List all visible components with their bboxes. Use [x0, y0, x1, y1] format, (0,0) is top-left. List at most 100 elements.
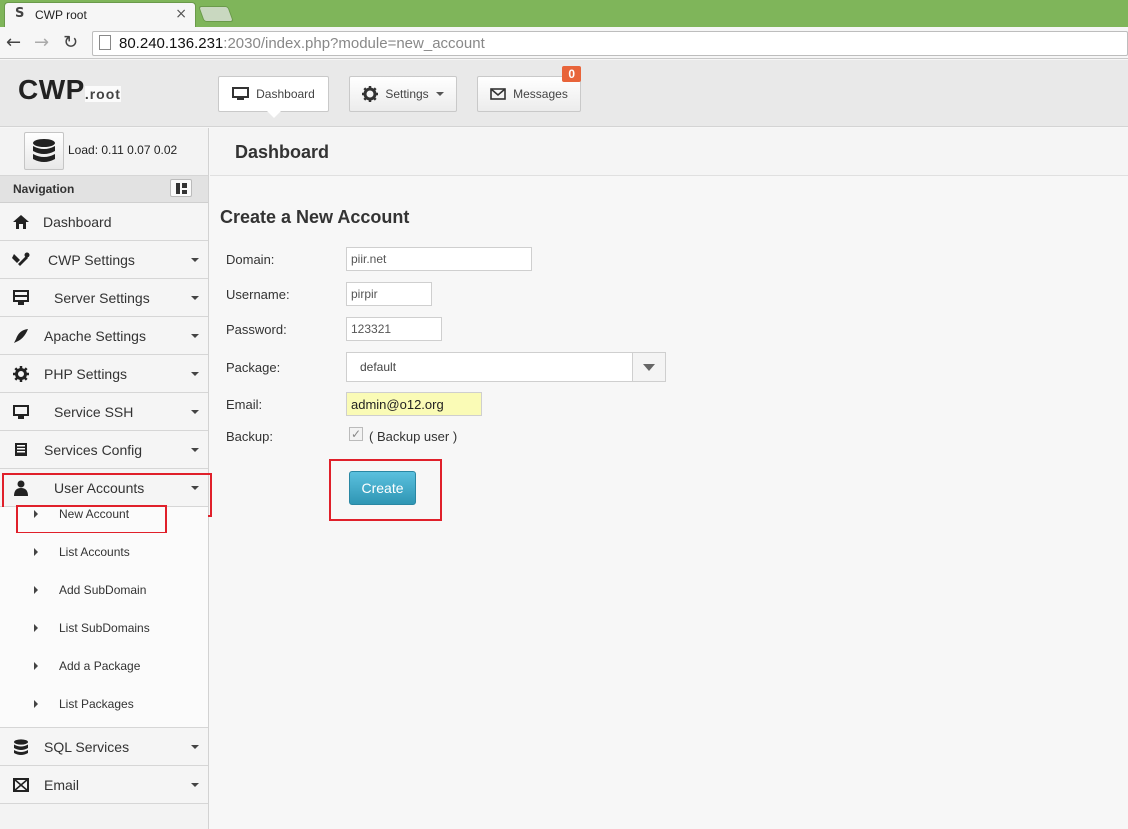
form-title: Create a New Account	[220, 207, 410, 227]
tab-favicon-icon: S	[15, 6, 25, 21]
caret-right-icon	[34, 624, 38, 632]
chevron-down-icon	[191, 258, 199, 262]
package-selected-value: default	[360, 360, 397, 374]
url-text: 80.240.136.231:2030/index.php?module=new…	[119, 35, 485, 52]
select-arrow-icon[interactable]	[632, 353, 665, 381]
submenu-label: New Account	[59, 507, 130, 521]
load-average: Load: 0.11 0.07 0.02	[68, 143, 178, 157]
sidebar-item-label: SQL Services	[44, 739, 130, 755]
sidebar-item-sql-services[interactable]: SQL Services	[0, 728, 208, 766]
back-arrow-icon[interactable]: ←	[6, 32, 21, 53]
submenu-label: Add a Package	[59, 659, 141, 673]
username-input[interactable]	[346, 282, 432, 306]
sidebar: Load: 0.11 0.07 0.02 Navigation Dashboar…	[0, 128, 212, 829]
sidebar-item-label: Services Config	[44, 442, 143, 458]
page-title: Dashboard	[235, 142, 330, 162]
package-select[interactable]: default	[346, 352, 666, 382]
sidebar-item-label: User Accounts	[54, 480, 145, 496]
address-bar[interactable]: 80.240.136.231:2030/index.php?module=new…	[92, 31, 1128, 56]
caret-right-icon	[34, 700, 38, 708]
caret-right-icon	[34, 510, 38, 518]
submenu-item-list-subdomains[interactable]: List SubDomains	[0, 609, 208, 647]
caret-down-icon	[435, 92, 444, 96]
sidebar-item-label: Server Settings	[54, 290, 150, 306]
sidebar-item-label: Dashboard	[43, 214, 112, 230]
domain-label: Domain:	[226, 252, 275, 267]
active-pointer	[266, 111, 281, 118]
sidebar-item-email[interactable]: Email	[0, 766, 208, 804]
sidebar-item-user-accounts[interactable]: User Accounts	[0, 469, 212, 517]
tools-icon	[12, 251, 30, 269]
messages-button[interactable]: Messages 0	[477, 66, 581, 112]
username-label: Username:	[226, 287, 290, 302]
navigation-title: Navigation	[13, 182, 75, 196]
url-path: :2030/index.php?module=new_account	[223, 35, 485, 52]
database-icon	[33, 139, 55, 162]
email-input[interactable]	[346, 392, 482, 416]
sidebar-toggle-button[interactable]	[170, 179, 192, 197]
user-icon	[12, 479, 30, 497]
sidebar-item-label: Email	[44, 777, 80, 793]
sidebar-item-label: CWP Settings	[48, 252, 135, 268]
sidebar-item-service-ssh[interactable]: Service SSH	[0, 393, 208, 431]
submenu-item-list-accounts[interactable]: List Accounts	[0, 533, 208, 571]
chevron-down-icon	[191, 486, 199, 490]
submenu-label: List Accounts	[59, 545, 130, 559]
browser-tabbar: S CWP root ×	[0, 0, 1128, 27]
gear-icon	[12, 365, 30, 383]
load-panel: Load: 0.11 0.07 0.02	[0, 128, 208, 176]
domain-input[interactable]	[346, 247, 532, 271]
feather-icon	[12, 327, 30, 345]
submenu-label: List Packages	[59, 697, 134, 711]
chevron-down-icon	[191, 372, 199, 376]
logo-main: CWP	[18, 74, 85, 105]
monitor-icon	[232, 87, 250, 100]
sidebar-item-php-settings[interactable]: PHP Settings	[0, 355, 208, 393]
sidebar-item-label: Apache Settings	[44, 328, 146, 344]
password-label: Password:	[226, 322, 287, 337]
reload-icon[interactable]: ↻	[63, 32, 78, 53]
sidebar-item-dashboard[interactable]: Dashboard	[0, 203, 208, 241]
backup-checkbox-label: ( Backup user )	[369, 429, 458, 444]
sidebar-item-services-config[interactable]: Services Config	[0, 431, 208, 469]
create-button[interactable]: Create	[349, 471, 416, 505]
tab-close-icon[interactable]: ×	[175, 6, 187, 22]
new-tab-button[interactable]	[198, 6, 234, 22]
caret-right-icon	[34, 548, 38, 556]
app-header: CWP.root Dashboard Settings Messages 0	[0, 60, 1128, 127]
logo-sub: .root	[84, 86, 121, 102]
package-label: Package:	[226, 360, 281, 375]
dashboard-button[interactable]: Dashboard	[218, 76, 329, 118]
monitor-icon	[12, 403, 30, 421]
backup-checkbox[interactable]: ✓	[349, 427, 363, 441]
browser-tab[interactable]: S CWP root ×	[4, 2, 196, 27]
navigation-header: Navigation	[0, 176, 208, 203]
envelope-icon	[12, 776, 30, 794]
sidebar-item-apache-settings[interactable]: Apache Settings	[0, 317, 208, 355]
submenu-item-list-packages[interactable]: List Packages	[0, 685, 208, 728]
envelope-icon	[490, 88, 506, 100]
logo[interactable]: CWP.root	[18, 74, 121, 106]
sidebar-collapse-icon	[175, 182, 187, 194]
server-status-button[interactable]	[24, 132, 64, 170]
submenu-label: Add SubDomain	[59, 583, 147, 597]
submenu-item-add-subdomain[interactable]: Add SubDomain	[0, 571, 208, 609]
browser-toolbar: ← → ↻ 80.240.136.231:2030/index.php?modu…	[0, 27, 1128, 59]
dashboard-button-label: Dashboard	[256, 87, 315, 101]
server-icon	[12, 289, 30, 307]
sidebar-item-server-settings[interactable]: Server Settings	[0, 279, 208, 317]
settings-dropdown-button[interactable]: Settings	[349, 76, 457, 112]
forward-arrow-icon[interactable]: →	[34, 32, 49, 53]
sidebar-item-cwp-settings[interactable]: CWP Settings	[0, 241, 208, 279]
submenu-label: List SubDomains	[59, 621, 150, 635]
tab-title: CWP root	[35, 8, 87, 22]
password-input[interactable]	[346, 317, 442, 341]
sidebar-item-label: PHP Settings	[44, 366, 128, 382]
backup-label: Backup:	[226, 429, 273, 444]
caret-right-icon	[34, 662, 38, 670]
database-icon	[12, 738, 30, 756]
submenu-item-add-package[interactable]: Add a Package	[0, 647, 208, 685]
messages-button-label: Messages	[513, 87, 568, 101]
chevron-down-icon	[191, 410, 199, 414]
chevron-down-icon	[191, 745, 199, 749]
